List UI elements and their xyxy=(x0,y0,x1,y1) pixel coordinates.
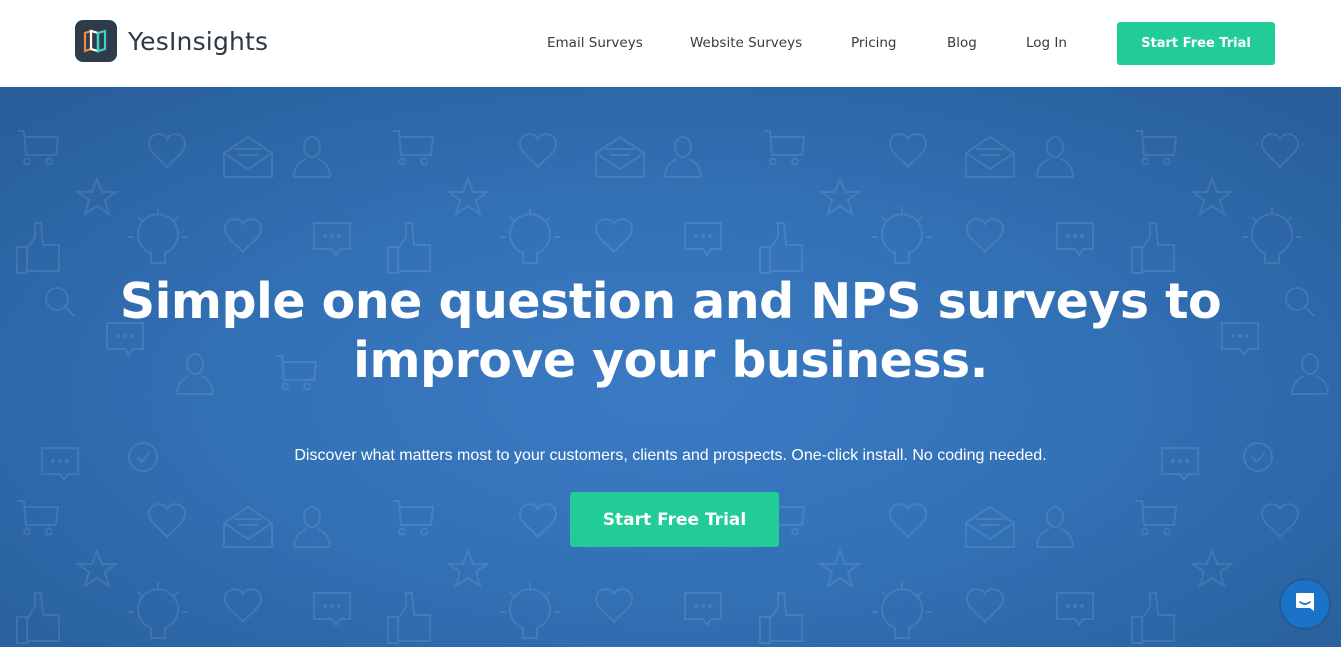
nav-website-surveys[interactable]: Website Surveys xyxy=(690,35,802,51)
nav-email-surveys[interactable]: Email Surveys xyxy=(547,35,643,51)
chat-widget-button[interactable] xyxy=(1281,580,1329,628)
hero-headline-line-1: Simple one question and NPS surveys to xyxy=(119,273,1222,330)
hero-section: Simple one question and NPS surveys to i… xyxy=(0,87,1341,647)
hero-start-free-trial-button[interactable]: Start Free Trial xyxy=(570,492,779,547)
nav-log-in[interactable]: Log In xyxy=(1026,35,1067,51)
hero-subheadline: Discover what matters most to your custo… xyxy=(294,447,1047,464)
hero-headline-line-2: improve your business. xyxy=(353,332,988,389)
site-header: YesInsights Email Surveys Website Survey… xyxy=(0,0,1341,87)
chat-smile-icon xyxy=(1294,591,1316,618)
header-start-free-trial-button[interactable]: Start Free Trial xyxy=(1117,22,1275,65)
nav-blog[interactable]: Blog xyxy=(947,35,977,51)
hero-headline: Simple one question and NPS surveys to i… xyxy=(0,272,1341,390)
nav-pricing[interactable]: Pricing xyxy=(851,35,897,51)
